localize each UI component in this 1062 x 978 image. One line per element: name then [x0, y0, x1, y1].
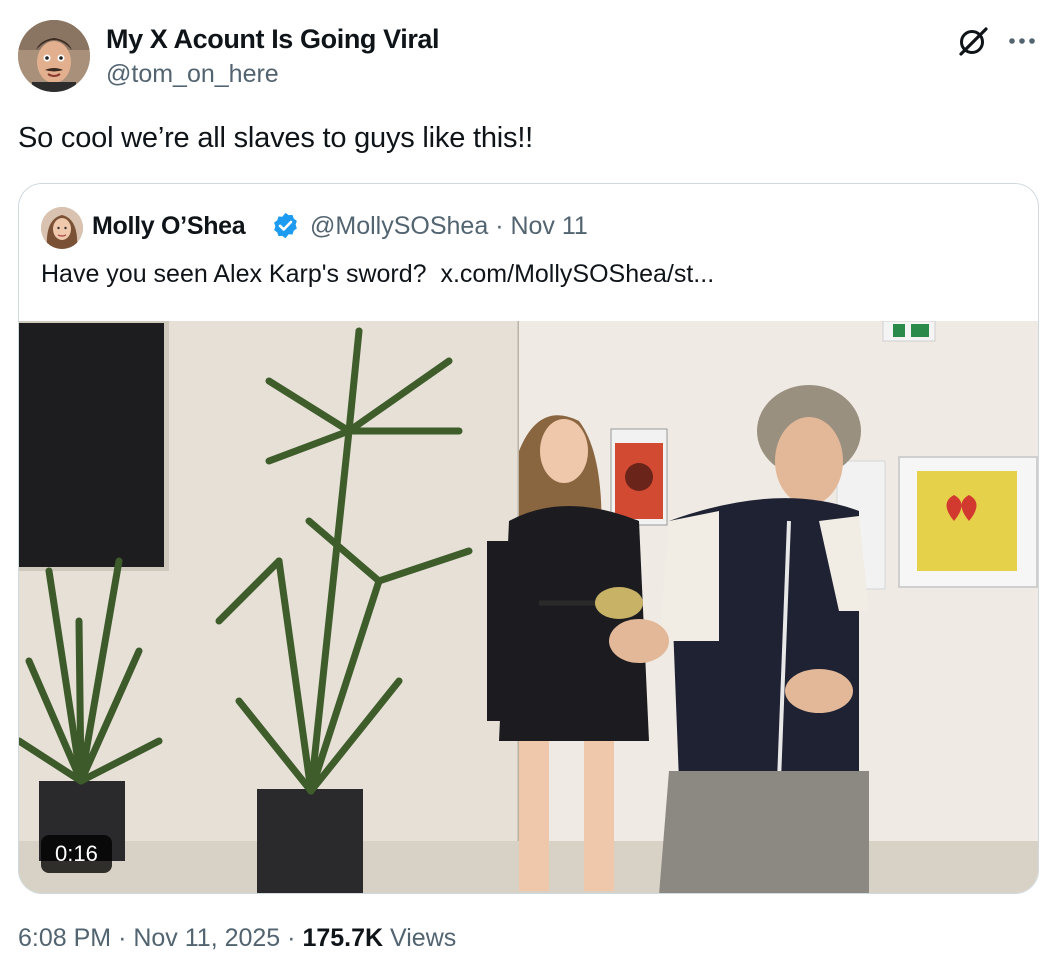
author-handle[interactable]: @tom_on_here — [106, 60, 279, 89]
author-avatar[interactable] — [18, 20, 90, 92]
video-frame — [19, 321, 1038, 893]
author-name[interactable]: My X Acount Is Going Viral — [106, 24, 440, 55]
quote-text: Have you seen Alex Karp's sword? x.com/M… — [41, 260, 714, 289]
tweet-text: So cool we’re all slaves to guys like th… — [18, 122, 534, 154]
footer-separator: · — [118, 924, 127, 952]
footer-separator: · — [287, 924, 296, 952]
tweet-footer: 6:08 PM · Nov 11, 2025 · 175.7K Views — [18, 924, 456, 953]
quote-date[interactable]: Nov 11 — [510, 212, 587, 240]
quote-meta: @MollySOShea · Nov 11 — [310, 212, 588, 241]
quote-author-handle[interactable]: @MollySOShea — [310, 212, 488, 240]
verified-badge-icon — [271, 211, 300, 240]
quote-link[interactable]: x.com/MollySOShea/st... — [440, 260, 714, 288]
video-player[interactable]: 0:16 — [19, 321, 1038, 893]
meta-separator: · — [495, 212, 504, 240]
tweet-date[interactable]: Nov 11, 2025 — [133, 924, 280, 952]
more-icon[interactable] — [1004, 24, 1040, 58]
grok-icon[interactable] — [956, 24, 990, 58]
quoted-tweet-card[interactable]: Molly O’Shea @MollySOShea · Nov 11 Have … — [18, 183, 1039, 894]
views-count[interactable]: 175.7K — [302, 924, 383, 952]
quote-body: Have you seen Alex Karp's sword? — [41, 260, 427, 288]
quote-author-avatar[interactable] — [41, 207, 83, 249]
quote-author-name[interactable]: Molly O’Shea — [92, 212, 246, 241]
video-duration-badge: 0:16 — [41, 835, 112, 873]
tweet-time[interactable]: 6:08 PM — [18, 924, 111, 952]
views-label: Views — [390, 924, 457, 952]
